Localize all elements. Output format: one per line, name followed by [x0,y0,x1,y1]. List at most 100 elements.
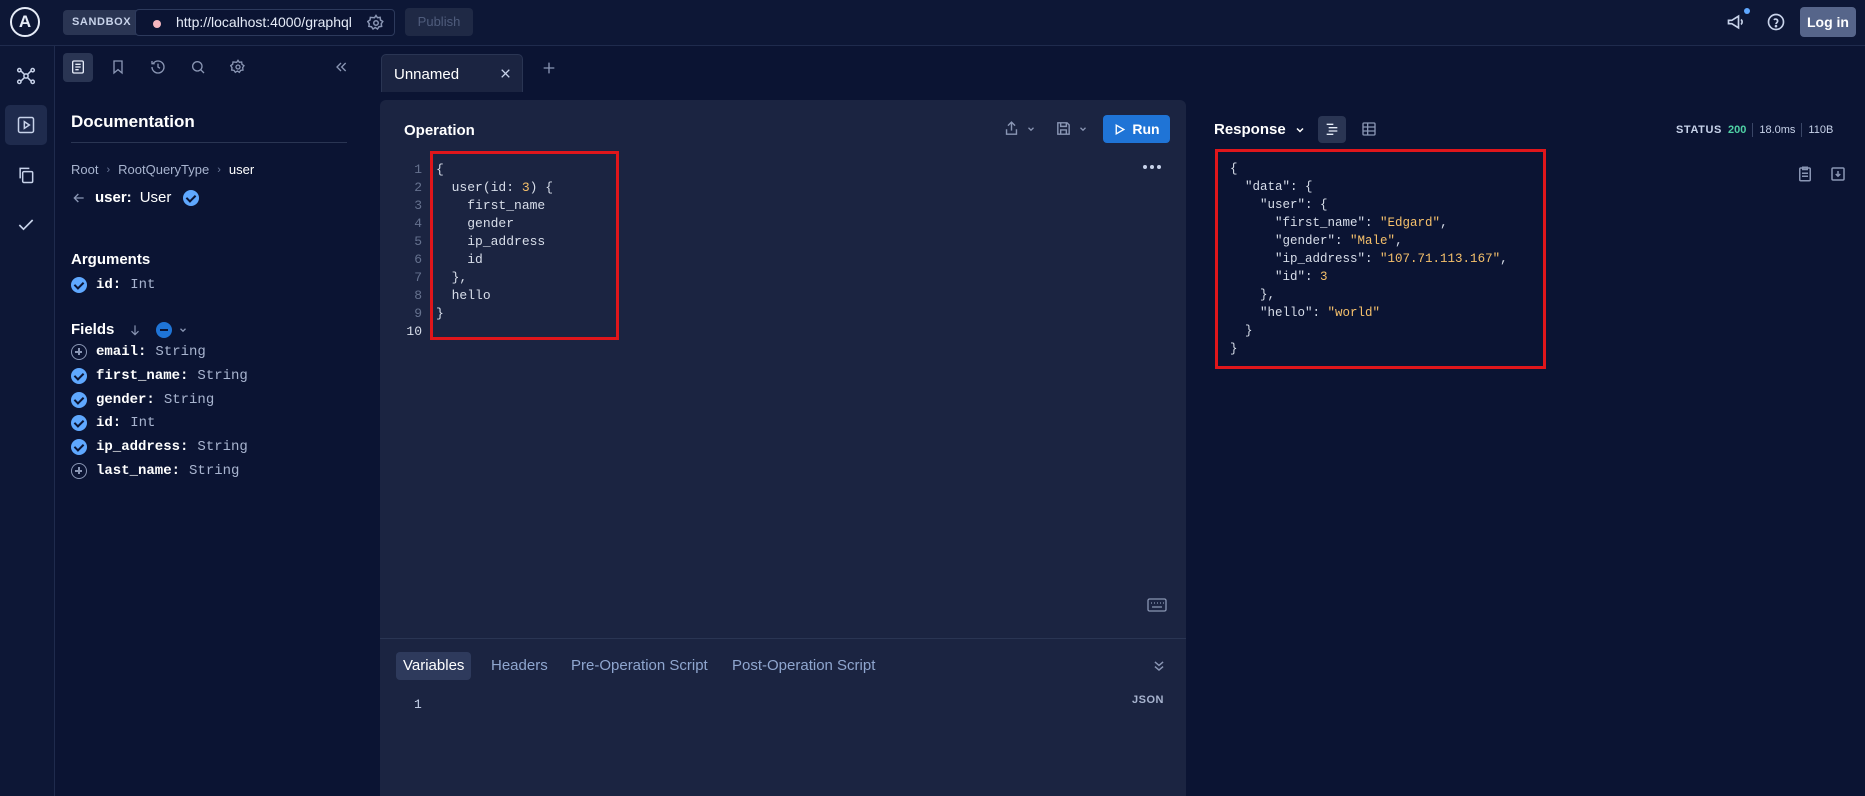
more-options-icon[interactable] [1142,164,1162,170]
add-tab-icon[interactable] [541,60,557,76]
nav-collections[interactable] [5,155,47,195]
collapse-panel-button[interactable] [326,53,356,82]
field-type[interactable]: String [155,344,205,360]
minus-circle-icon [156,321,173,338]
divider [1801,123,1803,137]
run-button[interactable]: Run [1103,115,1170,143]
download-icon[interactable] [1829,165,1847,183]
sandbox-badge: SANDBOX [63,10,141,35]
close-icon[interactable] [499,67,512,80]
endpoint-url-text[interactable]: http://localhost:4000/graphql [176,14,356,30]
docs-title: Documentation [71,112,195,131]
current-field-name: user: [95,189,132,206]
table-icon [1355,121,1383,137]
line-number: 10 [406,324,422,339]
field-selected-check-icon[interactable] [183,189,200,206]
argument-row-id[interactable]: id: Int [71,277,155,293]
check-icon[interactable] [71,392,87,408]
sort-arrow-icon[interactable] [128,323,142,337]
field-type[interactable]: String [189,463,239,479]
apollo-logo[interactable]: A [10,7,40,37]
field-name: email: [96,344,147,360]
operation-panel: Operation Run 1{ 2 user(id: 3) { 3 first… [380,100,1186,796]
field-type[interactable]: String [164,392,214,408]
clipboard-icon[interactable] [1796,165,1814,183]
query-highlight-box [430,151,619,340]
add-circle-icon[interactable] [71,344,87,360]
play-icon [1113,123,1126,136]
line-number: 8 [414,288,422,303]
left-nav [0,46,55,796]
variables-line-number: 1 [414,697,422,712]
tab-unnamed[interactable]: Unnamed [381,54,523,92]
endpoint-url-input[interactable]: http://localhost:4000/graphql [135,9,395,36]
current-field-type[interactable]: User [140,189,172,206]
save-icon [1055,120,1072,137]
arguments-heading: Arguments [71,251,151,268]
operation-editor[interactable]: 1{ 2 user(id: 3) { 3 first_name 4 gender… [380,151,1186,598]
nav-explorer[interactable] [5,105,47,145]
chevron-down-icon [1078,124,1088,134]
breadcrumb-root[interactable]: Root [71,162,98,177]
history-tab-button[interactable] [143,53,173,82]
megaphone-icon[interactable] [1726,12,1746,32]
argument-type[interactable]: Int [130,277,155,293]
keyboard-icon[interactable] [1147,598,1167,612]
add-circle-icon[interactable] [71,463,87,479]
field-row-ip-address[interactable]: ip_address: String [71,439,248,455]
gear-icon[interactable] [367,14,385,32]
nav-checks[interactable] [5,205,47,245]
documentation-panel: Documentation Root › RootQueryType › use… [56,46,374,796]
connection-status-dot [153,20,161,28]
breadcrumb-rootquerytype[interactable]: RootQueryType [118,162,209,177]
operation-tab-bar: Unnamed [375,46,1865,92]
docs-toolbar [56,46,374,90]
search-tab-button[interactable] [183,53,213,82]
current-field-header: user: User [71,189,200,206]
json-view-button[interactable] [1318,116,1346,143]
check-icon[interactable] [71,277,87,293]
response-title: Response [1214,121,1286,138]
gear-icon [223,59,253,75]
field-name: last_name: [96,463,181,479]
field-type[interactable]: String [197,439,247,455]
check-icon[interactable] [71,439,87,455]
response-highlight-box [1215,149,1546,369]
table-view-button[interactable] [1355,116,1383,143]
fields-heading: Fields [71,321,115,338]
collapse-chevrons-icon[interactable] [1152,659,1166,673]
field-type[interactable]: Int [130,415,155,431]
field-row-gender[interactable]: gender: String [71,392,214,408]
field-row-first-name[interactable]: first_name: String [71,368,248,384]
field-row-id[interactable]: id: Int [71,415,155,431]
bookmarks-tab-button[interactable] [103,53,133,82]
response-dropdown[interactable]: Response [1214,121,1306,138]
help-icon[interactable] [1766,12,1786,32]
top-bar: A SANDBOX http://localhost:4000/graphql … [0,0,1865,46]
notification-dot [1744,8,1750,14]
publish-button[interactable]: Publish [405,8,473,36]
back-arrow-icon[interactable] [71,190,87,206]
select-all-toggle[interactable] [156,321,188,338]
tab-pre-operation-script[interactable]: Pre-Operation Script [564,652,715,680]
chevron-down-icon [1026,124,1036,134]
tab-headers[interactable]: Headers [484,652,555,680]
save-button[interactable] [1055,120,1088,137]
check-icon[interactable] [71,368,87,384]
field-row-email[interactable]: email: String [71,344,206,360]
check-icon[interactable] [71,415,87,431]
field-type[interactable]: String [197,368,247,384]
nav-schema[interactable] [5,56,47,96]
variables-tab-bar: Variables Headers Pre-Operation Script P… [380,638,1186,684]
settings-tab-button[interactable] [223,53,253,82]
docs-divider [71,142,347,143]
schema-graph-icon [5,66,47,86]
docs-tab-button[interactable] [63,53,93,82]
tab-variables[interactable]: Variables [396,652,472,680]
tab-post-operation-script[interactable]: Post-Operation Script [725,652,882,680]
tab-label: Unnamed [394,66,460,83]
share-button[interactable] [1003,120,1036,137]
field-row-last-name[interactable]: last_name: String [71,463,239,479]
login-button[interactable]: Log in [1800,7,1856,37]
field-name: id: [96,415,122,431]
